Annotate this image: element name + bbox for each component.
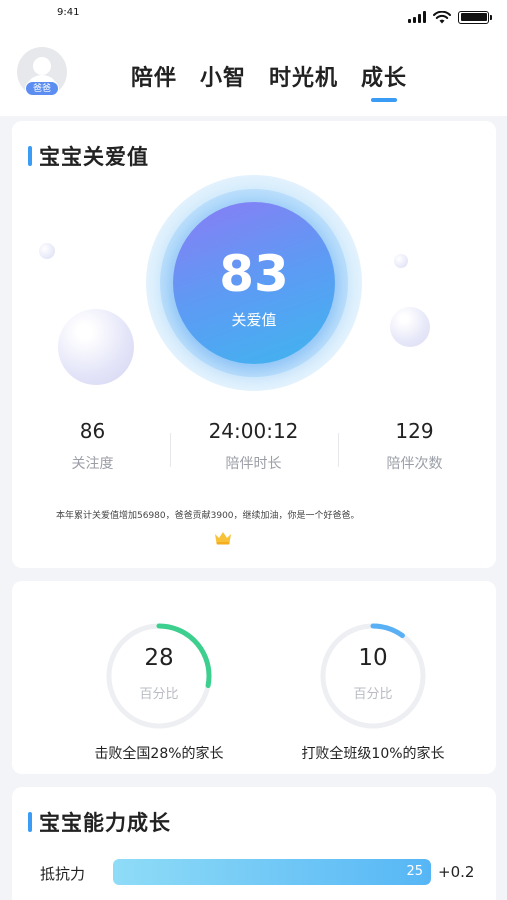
tab-time-machine[interactable]: 时光机 xyxy=(269,60,338,92)
stat-attention-label: 关注度 xyxy=(71,456,114,472)
care-note: 本年累计关爱值增加56980，爸爸贡献3900，继续加油，你是一个好爸爸。 xyxy=(56,511,360,521)
stat-duration-label: 陪伴时长 xyxy=(225,456,282,472)
ability-bar-track: 25 xyxy=(113,859,431,885)
rank-class-value: 10 xyxy=(358,645,388,671)
tab-xiaozhi[interactable]: 小智 xyxy=(200,60,246,92)
care-card: 宝宝关爱值 83 关爱值 86 关注度 24:00:12 陪伴时长 129 陪伴… xyxy=(12,121,496,568)
signal-icon xyxy=(408,11,426,23)
ability-name: 抵抗力 xyxy=(40,865,86,883)
care-card-title-text: 宝宝关爱值 xyxy=(39,145,149,169)
decor-bubble xyxy=(39,243,55,259)
decor-bubble xyxy=(394,254,408,268)
ability-card: 宝宝能力成长 抵抗力 25 +0.2 xyxy=(12,787,496,900)
rank-national-label: 百分比 xyxy=(139,687,179,702)
decor-bubble xyxy=(58,309,134,385)
rank-class-caption: 打败全班级10%的家长 xyxy=(301,746,445,762)
tab-companion[interactable]: 陪伴 xyxy=(131,60,177,92)
stat-divider xyxy=(170,433,171,467)
tab-growth[interactable]: 成长 xyxy=(361,60,407,92)
rank-national-ring: 28 百分比 xyxy=(104,621,214,731)
rank-class: 10 百分比 打败全班级10%的家长 xyxy=(273,621,473,763)
nav-tabs: 陪伴 小智 时光机 成长 xyxy=(131,60,407,92)
battery-icon xyxy=(458,10,492,24)
care-score-gauge: 83 关爱值 xyxy=(146,175,362,391)
progress-ring xyxy=(320,623,426,729)
rank-national-caption: 击败全国28%的家长 xyxy=(94,746,224,762)
header: 爸爸 陪伴 小智 时光机 成长 xyxy=(0,34,507,116)
ability-row[interactable]: 抵抗力 25 +0.2 xyxy=(12,857,496,887)
rank-card: 28 百分比 击败全国28%的家长 10 百分比 打败全班级10%的家长 xyxy=(12,581,496,774)
stat-attention-value: 86 xyxy=(79,419,106,443)
care-stats: 86 关注度 24:00:12 陪伴时长 129 陪伴次数 xyxy=(12,419,496,473)
stat-count: 129 陪伴次数 xyxy=(334,419,495,473)
progress-ring xyxy=(106,623,212,729)
avatar-role-badge: 爸爸 xyxy=(25,81,59,96)
status-icons xyxy=(408,9,492,25)
wifi-icon xyxy=(433,10,451,23)
rank-national: 28 百分比 击败全国28%的家长 xyxy=(59,621,259,763)
stat-count-label: 陪伴次数 xyxy=(386,456,443,472)
ability-bar-fill: 25 xyxy=(113,859,431,885)
rank-class-label: 百分比 xyxy=(353,687,393,702)
care-score-value: 83 xyxy=(219,245,289,303)
ability-card-title-text: 宝宝能力成长 xyxy=(39,811,171,835)
care-score-label: 关爱值 xyxy=(231,311,277,329)
stat-count-value: 129 xyxy=(395,419,434,443)
stat-duration: 24:00:12 陪伴时长 xyxy=(173,419,334,473)
rank-national-value: 28 xyxy=(144,645,174,671)
stat-attention: 86 关注度 xyxy=(12,419,173,473)
crown-icon xyxy=(215,532,231,545)
status-bar: 9:41 xyxy=(0,0,507,34)
ability-delta: +0.2 xyxy=(438,863,475,881)
stat-duration-value: 24:00:12 xyxy=(208,419,299,443)
care-card-title: 宝宝关爱值 xyxy=(28,141,149,171)
ability-card-title: 宝宝能力成长 xyxy=(28,807,171,837)
ability-value: 25 xyxy=(406,864,423,879)
decor-bubble xyxy=(390,307,430,347)
stat-divider xyxy=(338,433,339,467)
status-time: 9:41 xyxy=(57,7,80,18)
rank-class-ring: 10 百分比 xyxy=(318,621,428,731)
